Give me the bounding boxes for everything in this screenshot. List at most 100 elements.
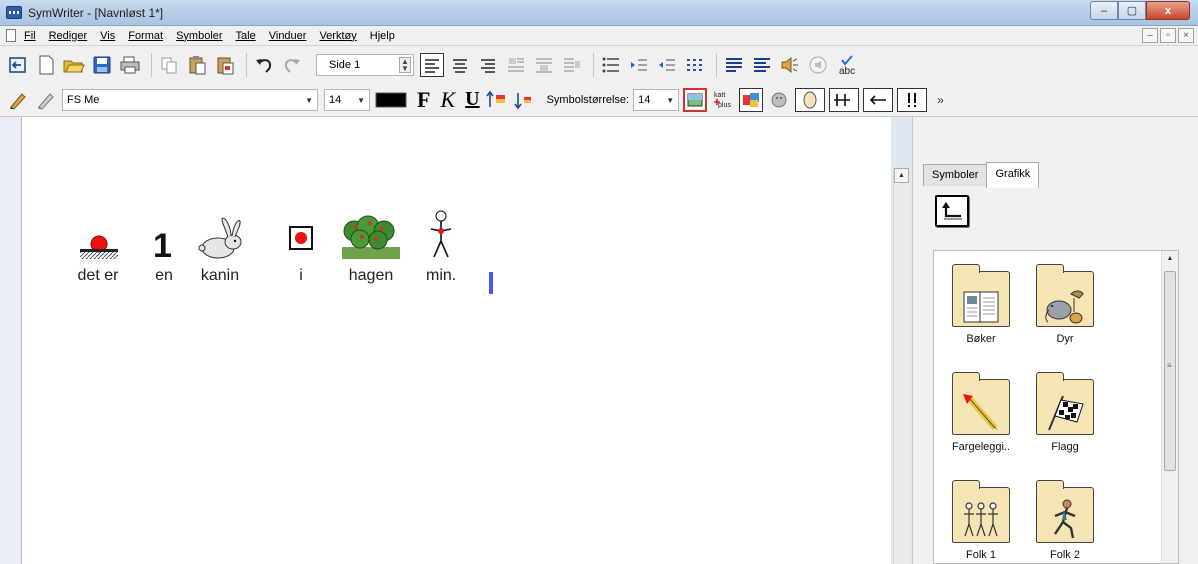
folder-label: Bøker [966,333,996,345]
paste-special-icon[interactable] [213,53,237,77]
font-size-select[interactable]: 14 ▼ [324,88,370,111]
align-left-icon[interactable] [420,52,444,77]
word-hagen: hagen [348,267,394,284]
pen-tool-icon[interactable] [6,88,30,112]
symbol-right-icon[interactable] [560,53,584,77]
bold-button[interactable]: F [417,87,430,113]
bullet-list-icon[interactable] [599,53,623,77]
font-name-select[interactable]: FS Me ▼ [62,88,318,111]
document-window-controls: – ▫ × [1142,28,1194,43]
speak-word-icon[interactable] [806,53,830,77]
folder-dyr[interactable]: Dyr [1028,264,1102,345]
runner-icon [1036,480,1094,543]
page-number-value: Side 1 [329,58,361,71]
symbol-below-icon[interactable] [532,53,556,77]
open-folder-icon[interactable] [62,53,86,77]
page-spinner[interactable]: ▲ ▼ [399,56,411,73]
scrollbar-thumb[interactable] [1164,271,1176,471]
paste-icon[interactable] [185,53,209,77]
document-icon[interactable] [6,29,16,42]
svg-text:abc: abc [839,66,855,76]
print-icon[interactable] [118,53,142,77]
symwriter-app-icon [6,6,22,19]
folder-boker[interactable]: Bøker [944,264,1018,345]
symbol-word-det-er[interactable]: det er [76,205,120,285]
exit-icon[interactable] [6,53,30,77]
new-document-icon[interactable] [34,53,58,77]
menu-hjelp[interactable]: Hjelp [370,30,395,42]
plural-marker-button[interactable] [829,87,860,112]
undo-icon[interactable] [252,53,276,77]
align-right-icon[interactable] [476,53,500,77]
emphasis-button[interactable] [897,87,928,112]
menu-vis[interactable]: Vis [100,30,115,42]
symbol-word-en[interactable]: 1 en [149,205,179,285]
menu-vinduer[interactable]: Vinduer [269,30,307,42]
symbol-word-min[interactable]: min. [426,205,456,285]
symbol-size-select[interactable]: 14 ▼ [633,88,680,111]
symbol-colors-icon[interactable] [739,87,764,112]
menu-fil[interactable]: Fil [24,30,36,42]
title-bar: SymWriter - [Navnløst 1*] – ▢ x [0,0,1198,26]
text-style-1-icon[interactable] [722,53,746,77]
editor-scrollbar[interactable]: ▲ [893,168,910,564]
tab-grafikk[interactable]: Grafikk [986,162,1040,188]
align-center-icon[interactable] [448,53,472,77]
columns-icon[interactable] [683,53,707,77]
underline-button[interactable]: U [465,88,479,111]
folder-folk-2[interactable]: Folk 2 [1028,480,1102,561]
svg-text:katt: katt [714,92,725,99]
italic-button[interactable]: K [440,87,455,113]
tab-symboler[interactable]: Symboler [923,164,988,186]
speaker-icon[interactable] [778,53,802,77]
symbol-word-i[interactable]: i [286,205,316,285]
symbol-word-kanin[interactable]: kanin [196,205,244,285]
folder-label: Folk 2 [1050,549,1080,561]
copy-icon[interactable] [157,53,181,77]
standard-toolbar: Side 1 ▲ ▼ abc [0,46,1198,83]
spell-check-icon[interactable]: abc [834,53,858,77]
person-me-icon [426,205,456,261]
folder-flagg[interactable]: Flagg [1028,372,1102,453]
menu-tale[interactable]: Tale [236,30,256,42]
increase-indent-icon[interactable] [627,53,651,77]
redo-icon[interactable] [280,53,304,77]
skin-tone-icon[interactable] [767,88,791,112]
window-controls: – ▢ x [1090,1,1190,20]
symbol-size-up-icon[interactable] [485,88,509,112]
page-number-field[interactable]: Side 1 ▲ ▼ [316,53,414,76]
pen-gray-icon[interactable] [34,88,58,112]
decrease-indent-icon[interactable] [655,53,679,77]
text-color-button[interactable] [374,88,408,112]
symbol-word-hagen[interactable]: hagen [340,205,402,285]
folder-label: Fargeleggi.. [951,441,1011,453]
menu-verktoy[interactable]: Verktøy [319,30,356,42]
menu-symboler[interactable]: Symboler [176,30,222,42]
katt-plus-button[interactable]: katt plus [711,88,735,112]
close-button[interactable]: x [1146,1,1190,20]
toolbar-overflow-chevron-icon[interactable]: » [937,93,944,107]
past-tense-button[interactable] [863,87,894,112]
folder-list-scrollbar[interactable]: ▲ ≡ [1161,251,1178,563]
folder-folk-1[interactable]: Folk 1 [944,480,1018,561]
graphic-mode-icon[interactable] [683,87,708,112]
menu-rediger[interactable]: Rediger [49,30,88,42]
scroll-up-arrow-icon[interactable]: ▲ [894,168,909,183]
minimize-button[interactable]: – [1090,1,1118,20]
symbol-size-down-icon[interactable] [513,88,537,112]
save-icon[interactable] [90,53,114,77]
maximize-button[interactable]: ▢ [1118,1,1146,20]
menu-format[interactable]: Format [128,30,163,42]
folder-fargelegging[interactable]: Fargeleggi.. [944,372,1018,453]
oval-frame-button[interactable] [795,87,826,112]
doc-restore-button[interactable]: ▫ [1160,28,1176,43]
text-style-2-icon[interactable] [750,53,774,77]
doc-minimize-button[interactable]: – [1142,28,1158,43]
in-symbol-icon [286,205,316,261]
symbol-above-icon[interactable] [504,53,528,77]
scroll-up-arrow-icon[interactable]: ▲ [1162,251,1178,266]
svg-text:1: 1 [153,227,172,261]
folder-up-button[interactable] [935,195,969,227]
doc-close-button[interactable]: × [1178,28,1194,43]
document-editor[interactable] [21,117,891,564]
